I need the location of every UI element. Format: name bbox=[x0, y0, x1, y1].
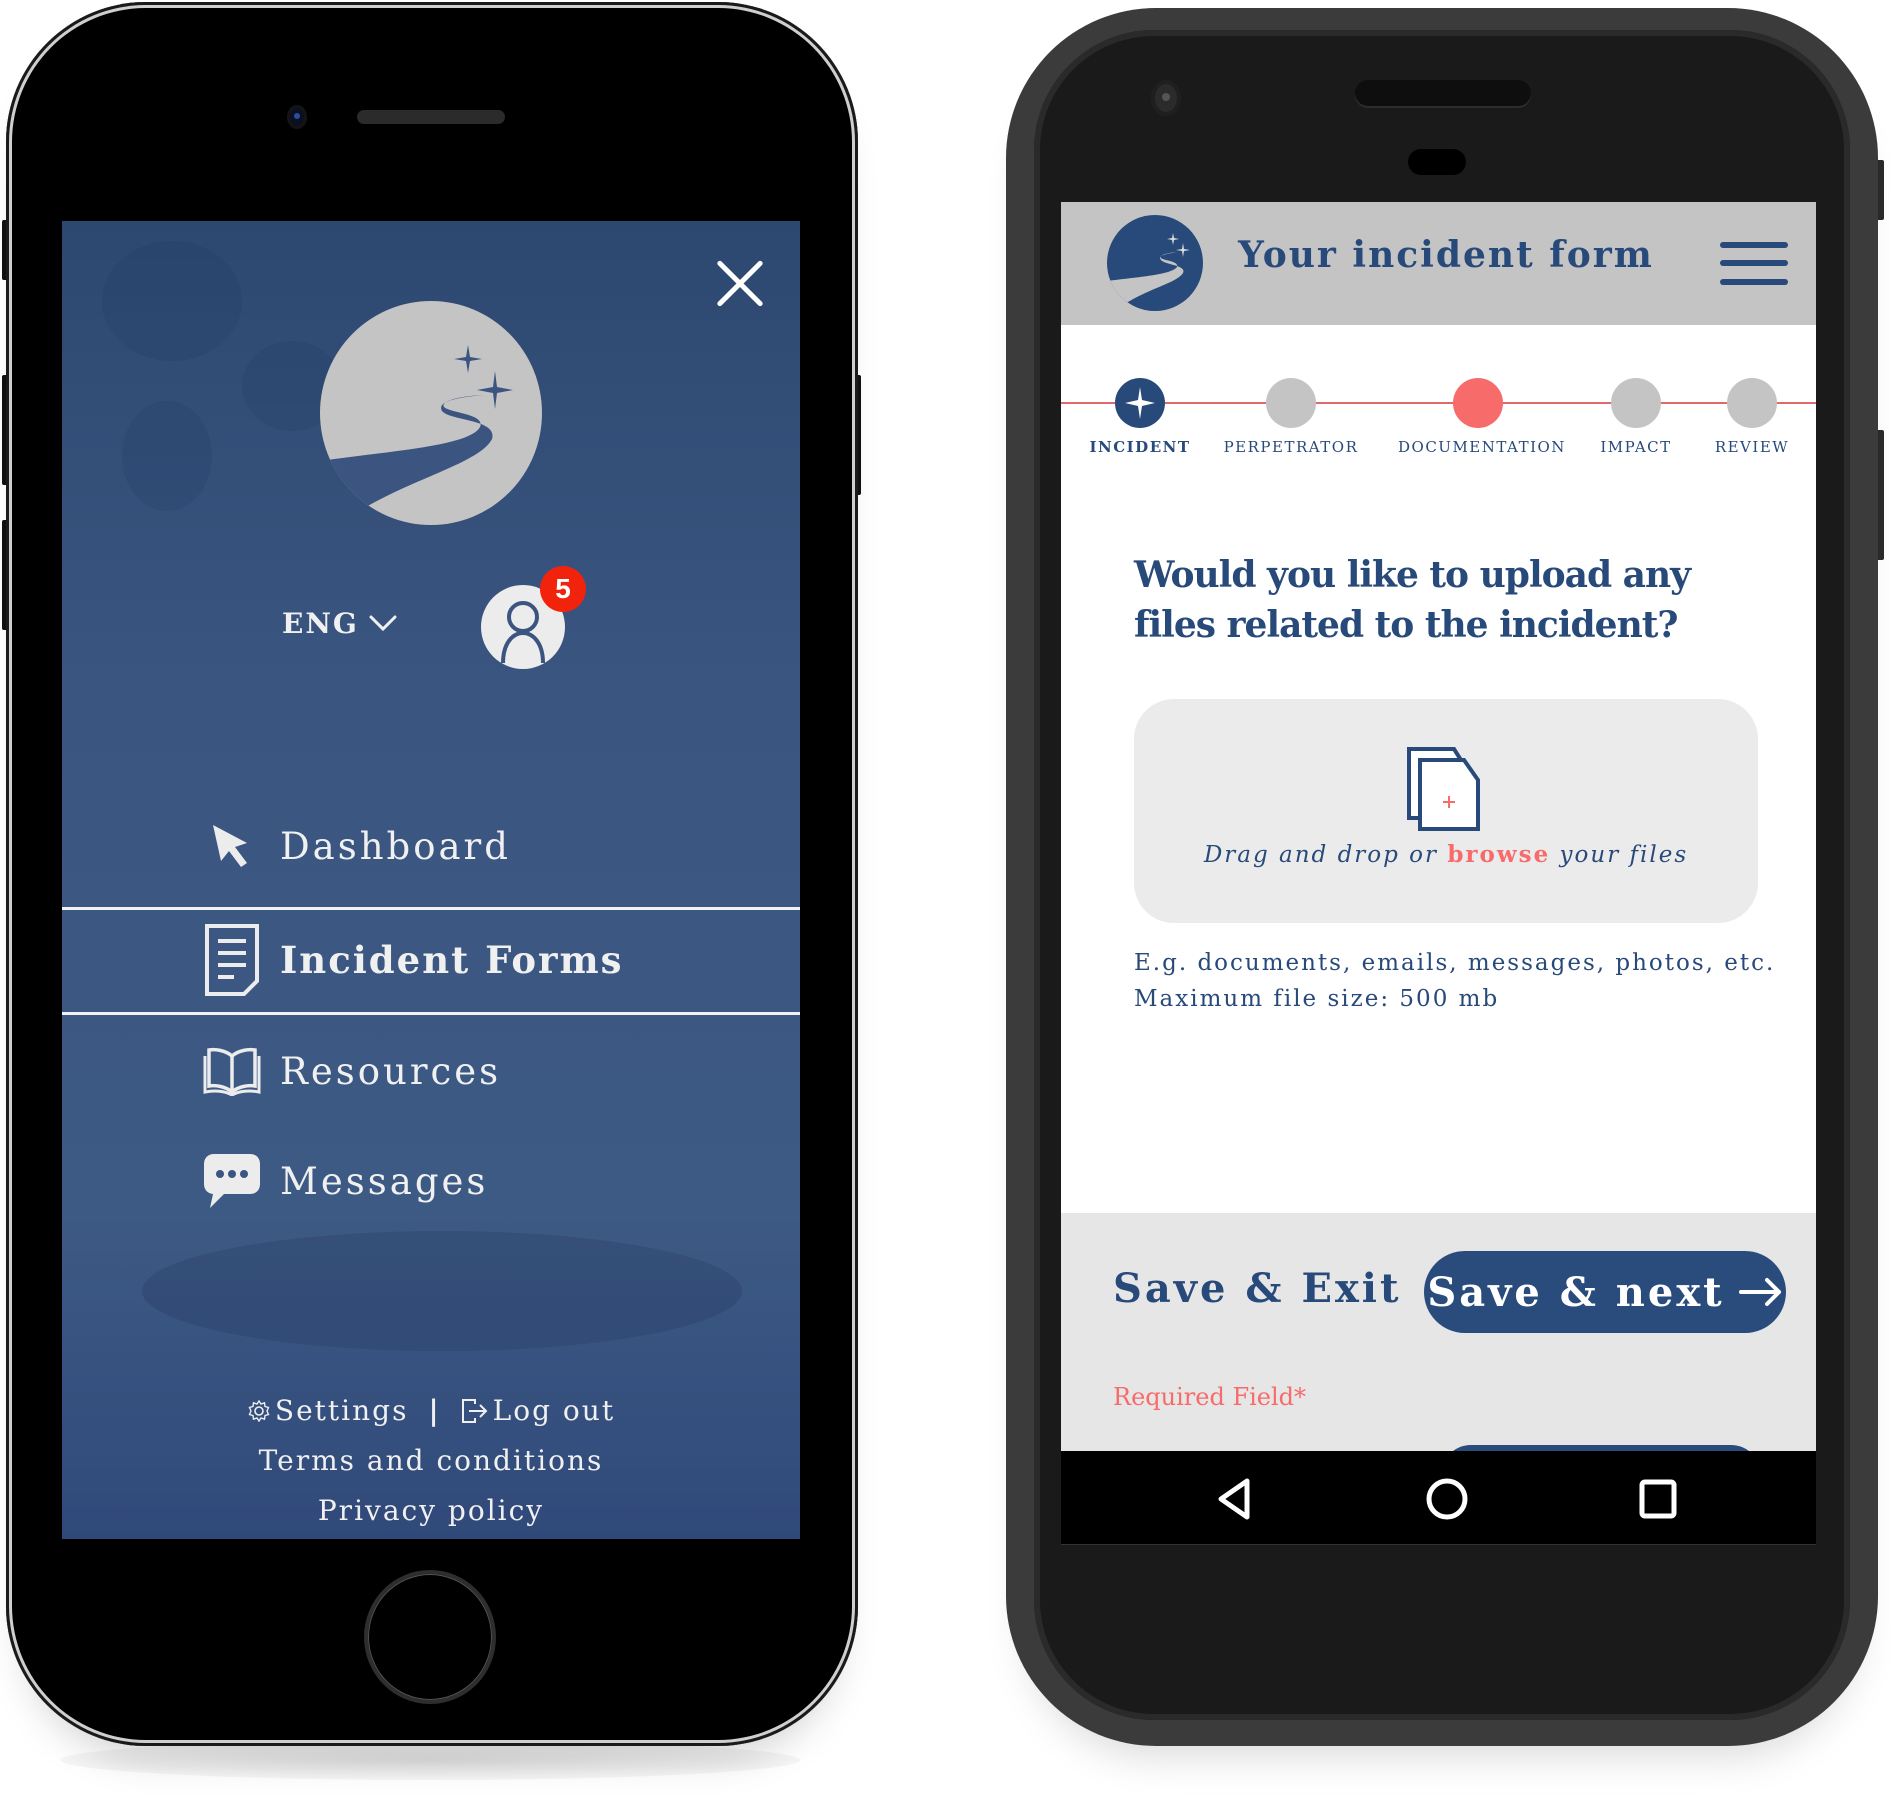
notification-badge: 5 bbox=[540, 566, 586, 612]
document-icon bbox=[200, 924, 264, 996]
save-next-label: Save & next bbox=[1427, 1268, 1725, 1316]
logout-link[interactable]: Log out bbox=[461, 1386, 615, 1436]
stepper-track bbox=[1061, 402, 1816, 404]
earpiece-speaker bbox=[1355, 80, 1531, 106]
menu-item-label: Dashboard bbox=[280, 824, 511, 868]
close-menu-button[interactable] bbox=[712, 255, 768, 311]
menu-item-label: Messages bbox=[280, 1159, 489, 1203]
navigation-menu-screen: ENG 5 Dashboard Incident Forms Resources… bbox=[62, 221, 800, 1539]
menu-item-resources[interactable]: Resources bbox=[62, 1026, 800, 1116]
app-header: Your incident form bbox=[1061, 202, 1816, 325]
cursor-arrow-icon bbox=[200, 814, 264, 878]
dropzone-text-before: Drag and drop or bbox=[1203, 842, 1448, 868]
step-label: REVIEW bbox=[1714, 438, 1790, 456]
incident-form-screen: Your incident form INCIDENT PERPETRATOR … bbox=[1061, 202, 1816, 1451]
settings-link[interactable]: Settings bbox=[247, 1386, 409, 1436]
menu-footer: Settings | Log out Terms and conditions … bbox=[62, 1386, 800, 1536]
open-book-icon bbox=[200, 1039, 264, 1103]
star-icon bbox=[1125, 387, 1155, 419]
background-blob bbox=[102, 241, 242, 361]
proximity-sensor bbox=[1408, 149, 1466, 175]
language-selector[interactable]: ENG bbox=[282, 603, 397, 643]
menu-item-messages[interactable]: Messages bbox=[62, 1136, 800, 1226]
hamburger-menu-button[interactable] bbox=[1720, 238, 1790, 286]
form-question: Would you like to upload any files relat… bbox=[1134, 554, 1691, 646]
footer-privacy-row: Privacy policy bbox=[62, 1486, 800, 1536]
back-triangle-icon bbox=[1218, 1478, 1250, 1520]
settings-label: Settings bbox=[274, 1394, 409, 1427]
page-title: Your incident form bbox=[1238, 234, 1654, 276]
step-dot bbox=[1115, 378, 1165, 428]
menu-divider bbox=[62, 907, 800, 910]
required-field-note: Required Field* bbox=[1113, 1383, 1307, 1411]
background-blob bbox=[142, 1231, 742, 1351]
menu-item-dashboard[interactable]: Dashboard bbox=[62, 801, 800, 891]
earpiece-speaker bbox=[357, 110, 505, 124]
user-avatar-icon bbox=[501, 601, 545, 663]
save-exit-button[interactable]: Save & Exit bbox=[1113, 1265, 1401, 1312]
footer-account-row: Settings | Log out bbox=[62, 1386, 800, 1436]
dropzone-text: Drag and drop or browse your files bbox=[1134, 841, 1758, 868]
upload-hint-size: Maximum file size: 500 mb bbox=[1134, 986, 1500, 1012]
home-button[interactable] bbox=[1425, 1477, 1469, 1521]
home-circle-icon bbox=[1426, 1478, 1468, 1520]
browse-files-link[interactable]: browse bbox=[1447, 841, 1550, 868]
step-dot bbox=[1611, 378, 1661, 428]
front-camera bbox=[287, 105, 307, 129]
moon-path-stars-logo[interactable] bbox=[1107, 215, 1203, 311]
background-blob bbox=[122, 401, 212, 511]
chevron-down-icon bbox=[369, 615, 397, 632]
menu-item-incident-forms[interactable]: Incident Forms bbox=[62, 915, 800, 1005]
menu-item-label: Resources bbox=[280, 1049, 502, 1093]
android-navigation-bar bbox=[1061, 1451, 1816, 1545]
footer-terms-row: Terms and conditions bbox=[62, 1436, 800, 1486]
arrow-right-icon bbox=[1738, 1278, 1781, 1306]
moon-path-stars-logo bbox=[320, 301, 542, 525]
step-label: INCIDENT bbox=[1089, 438, 1191, 456]
hamburger-icon bbox=[1720, 242, 1788, 248]
form-actions-panel: Save & Exit Save & next Required Field* bbox=[1061, 1213, 1816, 1451]
language-label: ENG bbox=[282, 606, 359, 640]
step-dot bbox=[1727, 378, 1777, 428]
recents-button[interactable] bbox=[1636, 1477, 1680, 1521]
chat-bubble-icon bbox=[200, 1149, 264, 1213]
step-dot bbox=[1453, 378, 1503, 428]
upload-hint-types: E.g. documents, emails, messages, photos… bbox=[1134, 950, 1776, 976]
dropzone-text-after: your files bbox=[1550, 842, 1689, 868]
step-label: DOCUMENTATION bbox=[1398, 438, 1566, 456]
hamburger-icon-line bbox=[1720, 279, 1788, 285]
logout-icon bbox=[461, 1399, 488, 1423]
privacy-link[interactable]: Privacy policy bbox=[318, 1486, 544, 1536]
menu-item-label: Incident Forms bbox=[280, 938, 624, 982]
hamburger-icon-line bbox=[1720, 260, 1788, 266]
gear-icon bbox=[248, 1399, 270, 1423]
recents-square-icon bbox=[1639, 1479, 1677, 1519]
phone-shadow bbox=[60, 1740, 800, 1780]
step-dot bbox=[1266, 378, 1316, 428]
home-button[interactable] bbox=[364, 1570, 496, 1704]
file-dropzone[interactable]: Drag and drop or browse your files bbox=[1134, 699, 1758, 923]
file-add-icon bbox=[1407, 747, 1480, 831]
terms-link[interactable]: Terms and conditions bbox=[259, 1436, 604, 1486]
logout-label: Log out bbox=[492, 1394, 616, 1427]
save-next-button[interactable]: Save & next bbox=[1424, 1251, 1786, 1333]
front-camera bbox=[1151, 80, 1181, 116]
footer-separator: | bbox=[428, 1394, 441, 1427]
back-button[interactable] bbox=[1213, 1477, 1257, 1521]
menu-divider bbox=[62, 1012, 800, 1015]
step-label: PERPETRATOR bbox=[1223, 438, 1359, 456]
